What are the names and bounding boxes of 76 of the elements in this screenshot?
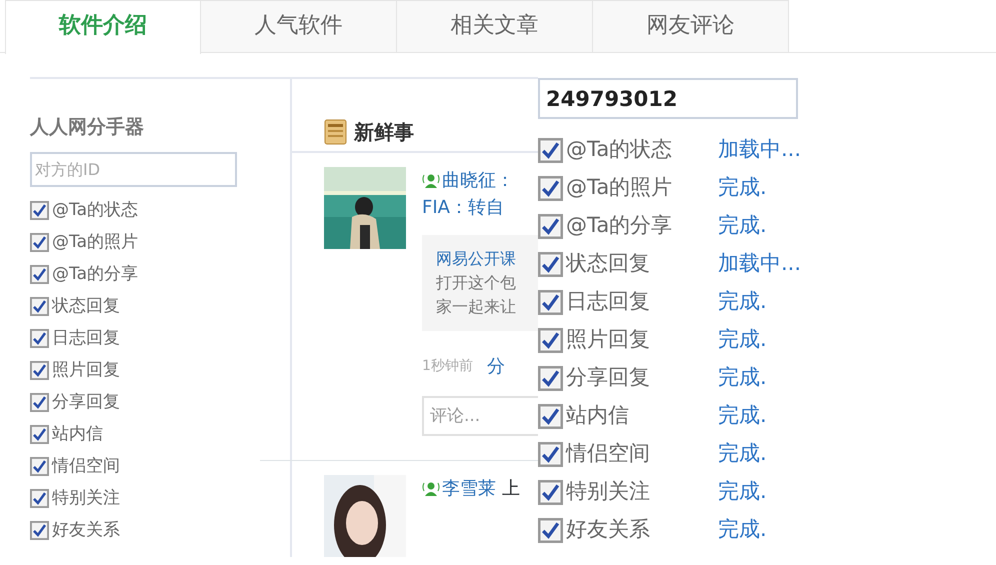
option-label: 照片回复 — [52, 358, 120, 382]
option-label: 日志回复 — [566, 288, 651, 316]
option-label: @Ta的分享 — [566, 212, 674, 240]
news-icon — [324, 119, 348, 145]
checkbox[interactable] — [538, 138, 563, 162]
option-label: 特别关注 — [52, 486, 120, 510]
checkbox[interactable] — [538, 252, 563, 276]
option-label: 照片回复 — [566, 326, 651, 354]
option-label: 情侣空间 — [566, 440, 651, 468]
option-label: 好友关系 — [52, 518, 120, 542]
shared-text: 打开这个包 — [436, 272, 517, 294]
status-text: 完成. — [718, 326, 767, 354]
checkbox[interactable] — [538, 290, 563, 314]
checkbox[interactable] — [30, 521, 49, 540]
option-label: 站内信 — [566, 402, 630, 430]
option-label: @Ta的状态 — [52, 198, 138, 222]
share-link[interactable]: 分 — [486, 353, 505, 380]
tab[interactable]: 相关文章 — [397, 0, 593, 52]
checkbox[interactable] — [538, 176, 563, 200]
option-label: 分享回复 — [566, 364, 651, 392]
id-field[interactable]: 249793012 — [538, 78, 798, 119]
option-label: 站内信 — [52, 422, 103, 446]
option-label: @Ta的状态 — [566, 136, 674, 164]
checkbox[interactable] — [30, 425, 49, 444]
status-text: 加载中... — [718, 250, 802, 278]
checkbox[interactable] — [538, 404, 563, 428]
status-text: 完成. — [718, 174, 767, 202]
status-text: 加载中... — [718, 136, 802, 164]
id-field[interactable]: 对方的ID — [30, 152, 237, 186]
option-label: 状态回复 — [566, 250, 651, 278]
option-label: @Ta的照片 — [566, 174, 674, 202]
post-text: FIA：转自 — [422, 196, 505, 220]
checkbox[interactable] — [30, 361, 49, 380]
status-text: 完成. — [718, 288, 767, 316]
option-label: 特别关注 — [566, 478, 651, 506]
checkbox[interactable] — [30, 201, 49, 220]
checkbox[interactable] — [30, 233, 49, 252]
shared-title[interactable]: 网易公开课 — [436, 247, 538, 271]
status-text: 完成. — [718, 402, 767, 430]
comment-field[interactable]: 评论... — [422, 396, 540, 436]
tab[interactable]: 软件介绍 — [5, 0, 201, 54]
status-text: 完成. — [718, 364, 767, 392]
post-time: 1秒钟前 — [422, 357, 473, 376]
checkbox[interactable] — [538, 214, 563, 238]
option-label: 分享回复 — [52, 390, 120, 414]
checkbox[interactable] — [538, 442, 563, 466]
option-label: @Ta的照片 — [52, 230, 138, 254]
checkbox[interactable] — [538, 328, 563, 352]
shared-text: 家一起来让 — [436, 296, 517, 318]
checkbox[interactable] — [538, 366, 563, 390]
tab[interactable]: 人气软件 — [201, 0, 397, 52]
checkbox[interactable] — [30, 457, 49, 476]
checkbox[interactable] — [30, 329, 49, 348]
user-icon — [422, 172, 440, 190]
option-label: @Ta的分享 — [52, 262, 138, 286]
status-text: 完成. — [718, 478, 767, 506]
option-label: 好友关系 — [566, 516, 651, 544]
author-link[interactable]: 李雪莱 — [442, 475, 496, 502]
feed-title: 新鲜事 — [354, 119, 414, 146]
status-text: 完成. — [718, 516, 767, 544]
option-label: 情侣空间 — [52, 454, 120, 478]
status-text: 完成. — [718, 212, 767, 240]
option-label: 日志回复 — [52, 326, 120, 350]
checkbox[interactable] — [30, 393, 49, 412]
status-text: 完成. — [718, 440, 767, 468]
author-link[interactable]: 曲晓征： — [442, 167, 514, 194]
option-label: 状态回复 — [52, 294, 120, 318]
checkbox[interactable] — [30, 265, 49, 284]
checkbox[interactable] — [30, 297, 49, 316]
user-icon — [422, 480, 440, 498]
checkbox[interactable] — [538, 480, 563, 504]
post-text: 上 — [502, 477, 520, 501]
panel-title: 人人网分手器 — [30, 115, 145, 140]
checkbox[interactable] — [30, 489, 49, 508]
checkbox[interactable] — [538, 518, 563, 542]
tab[interactable]: 网友评论 — [593, 0, 789, 52]
